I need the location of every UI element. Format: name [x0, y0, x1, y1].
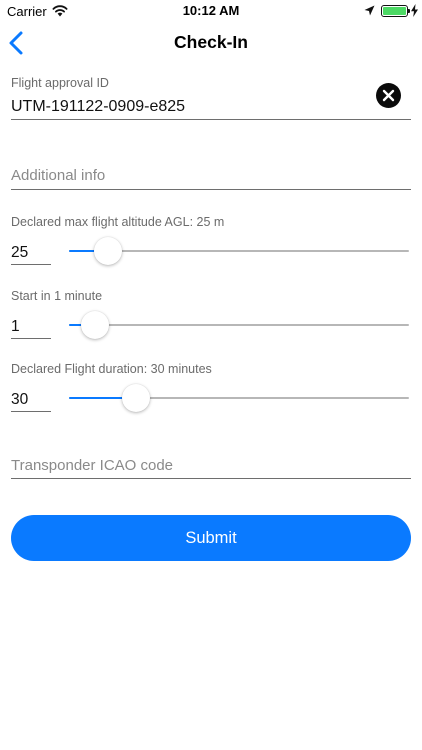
duration-value-input[interactable]: 30 — [11, 391, 51, 409]
submit-button[interactable]: Submit — [11, 515, 411, 561]
duration-label: Declared Flight duration: 30 minutes — [11, 362, 212, 376]
status-bar: Carrier 10:12 AM — [0, 0, 422, 22]
altitude-slider[interactable] — [69, 237, 409, 265]
clock: 10:12 AM — [182, 3, 240, 18]
clear-button[interactable] — [376, 83, 401, 108]
flight-approval-label: Flight approval ID — [11, 76, 109, 90]
slider-track — [69, 324, 409, 326]
battery-cap — [408, 9, 410, 13]
page-title: Check-In — [174, 32, 248, 52]
flight-approval-underline — [11, 119, 411, 120]
altitude-value-underline — [11, 264, 51, 265]
charging-bolt-icon — [411, 4, 418, 17]
start-value-input[interactable]: 1 — [11, 318, 51, 336]
duration-value-underline — [11, 411, 51, 412]
start-slider[interactable] — [69, 311, 409, 339]
altitude-label: Declared max flight altitude AGL: 25 m — [11, 215, 225, 229]
altitude-value-input[interactable]: 25 — [11, 244, 51, 262]
location-arrow-icon — [364, 5, 375, 16]
start-value-underline — [11, 338, 51, 339]
transponder-underline — [11, 478, 411, 479]
battery-icon — [381, 5, 408, 17]
slider-thumb[interactable] — [81, 311, 110, 339]
additional-info-input[interactable]: Additional info — [11, 167, 411, 184]
slider-thumb[interactable] — [93, 237, 122, 265]
flight-approval-input[interactable]: UTM-191122-0909-e825 — [11, 98, 371, 116]
close-icon — [382, 89, 395, 102]
start-label: Start in 1 minute — [11, 289, 103, 303]
slider-thumb[interactable] — [122, 384, 151, 412]
additional-info-underline — [11, 189, 411, 190]
transponder-input[interactable]: Transponder ICAO code — [11, 457, 411, 474]
battery-level — [383, 7, 406, 15]
duration-slider[interactable] — [69, 384, 409, 412]
